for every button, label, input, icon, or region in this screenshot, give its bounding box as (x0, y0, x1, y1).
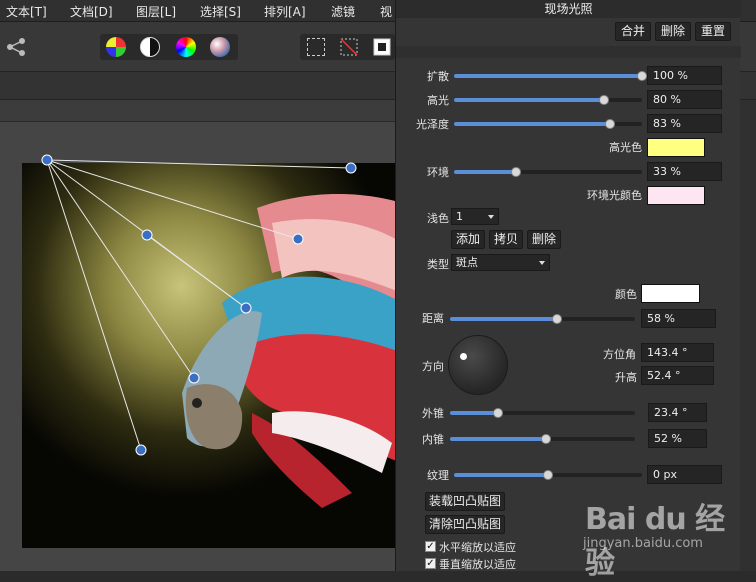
menu-text[interactable]: 文本[T] (6, 3, 47, 20)
light-handle[interactable] (141, 229, 153, 241)
ambient-color-label: 环境光颜色 (587, 189, 642, 202)
expand-label: 扩散 (427, 70, 449, 83)
scale-horizontal-checkbox[interactable]: ✓ (425, 541, 436, 552)
expand-slider[interactable] (454, 71, 647, 81)
panel-title: 现场光照 (396, 0, 741, 18)
reset-button[interactable]: 重置 (695, 22, 731, 41)
menu-arrange[interactable]: 排列[A] (264, 3, 306, 20)
distance-label: 距离 (422, 312, 444, 325)
ambient-label: 环境 (427, 166, 449, 179)
no-selection-icon[interactable] (340, 38, 358, 56)
light-handle[interactable] (292, 233, 304, 245)
distance-value[interactable]: 58 % (641, 309, 716, 328)
ambient-slider[interactable] (454, 167, 642, 177)
gloss-slider[interactable] (454, 119, 642, 129)
panel-separator (396, 46, 741, 58)
menu-document[interactable]: 文档[D] (70, 3, 113, 20)
menu-view[interactable]: 视 (380, 3, 392, 20)
gloss-label: 光泽度 (416, 118, 449, 131)
baidu-watermark: Bai du 经验 jingyan.baidu.com (575, 490, 745, 581)
highlight-color-label: 高光色 (609, 141, 642, 154)
marquee-icon[interactable] (307, 38, 325, 56)
direction-dial-handle[interactable] (460, 353, 467, 360)
copy-light-button[interactable]: 拷贝 (489, 230, 523, 249)
type-label: 类型 (427, 258, 449, 271)
elevation-value[interactable]: 52.4 ° (641, 366, 714, 385)
clear-bump-map-button[interactable]: 清除凹凸贴图 (425, 515, 505, 534)
texture-label: 纹理 (427, 469, 449, 482)
lighting-panel: 现场光照 合并 删除 重置 扩散 100 % 高光 80 % 光泽度 83 % … (395, 0, 741, 571)
highlight-color-swatch[interactable] (647, 138, 705, 157)
fish-image (22, 163, 402, 548)
texture-value[interactable]: 0 px (647, 465, 722, 484)
ambient-color-swatch[interactable] (647, 186, 705, 205)
outer-cone-value[interactable]: 23.4 ° (648, 403, 707, 422)
selection-tools (300, 34, 395, 60)
merge-button[interactable]: 合并 (615, 22, 651, 41)
menu-select[interactable]: 选择[S] (200, 3, 241, 20)
outer-cone-slider[interactable] (450, 408, 635, 418)
light-handle[interactable] (135, 444, 147, 456)
light-label: 浅色 (427, 212, 449, 225)
scale-vertical-checkbox[interactable]: ✓ (425, 558, 436, 569)
color-balance-icon[interactable] (106, 37, 126, 57)
delete-button[interactable]: 删除 (655, 22, 691, 41)
light-handle[interactable] (188, 372, 200, 384)
direction-label: 方向 (422, 360, 444, 373)
menu-filters[interactable]: 滤镜 (331, 3, 355, 20)
gradient-icon[interactable] (210, 37, 230, 57)
azimuth-value[interactable]: 143.4 ° (641, 343, 714, 362)
scale-vertical-label: 垂直缩放以适应 (439, 558, 516, 571)
outer-cone-label: 外锥 (422, 407, 444, 420)
type-select[interactable]: 斑点 (451, 254, 550, 271)
inner-cone-value[interactable]: 52 % (648, 429, 707, 448)
share-icon[interactable] (5, 36, 27, 58)
highlight-slider[interactable] (454, 95, 642, 105)
azimuth-label: 方位角 (603, 348, 636, 361)
watermark-url: jingyan.baidu.com (583, 536, 703, 551)
texture-slider[interactable] (454, 470, 642, 480)
menu-layer[interactable]: 图层[L] (136, 3, 176, 20)
color-label: 颜色 (615, 288, 637, 301)
distance-slider[interactable] (450, 314, 635, 324)
light-color-swatch[interactable] (641, 284, 700, 303)
light-select[interactable]: 1 (451, 208, 499, 225)
inner-cone-slider[interactable] (450, 434, 635, 444)
add-light-button[interactable]: 添加 (451, 230, 485, 249)
scale-horizontal-label: 水平缩放以适应 (439, 541, 516, 554)
load-bump-map-button[interactable]: 装载凹凸贴图 (425, 492, 505, 511)
inner-cone-label: 内锥 (422, 433, 444, 446)
invert-selection-icon[interactable] (373, 38, 391, 56)
adjustment-tools (100, 34, 238, 60)
light-handle[interactable] (345, 162, 357, 174)
gloss-value[interactable]: 83 % (647, 114, 722, 133)
highlight-label: 高光 (427, 94, 449, 107)
elevation-label: 升高 (615, 371, 637, 384)
light-origin-handle[interactable] (41, 154, 53, 166)
expand-value[interactable]: 100 % (647, 66, 722, 85)
highlight-value[interactable]: 80 % (647, 90, 722, 109)
color-wheel-icon[interactable] (176, 37, 196, 57)
delete-light-button[interactable]: 删除 (527, 230, 561, 249)
ambient-value[interactable]: 33 % (647, 162, 722, 181)
direction-dial[interactable] (448, 335, 508, 395)
contrast-icon[interactable] (140, 37, 160, 57)
light-handle[interactable] (240, 302, 252, 314)
